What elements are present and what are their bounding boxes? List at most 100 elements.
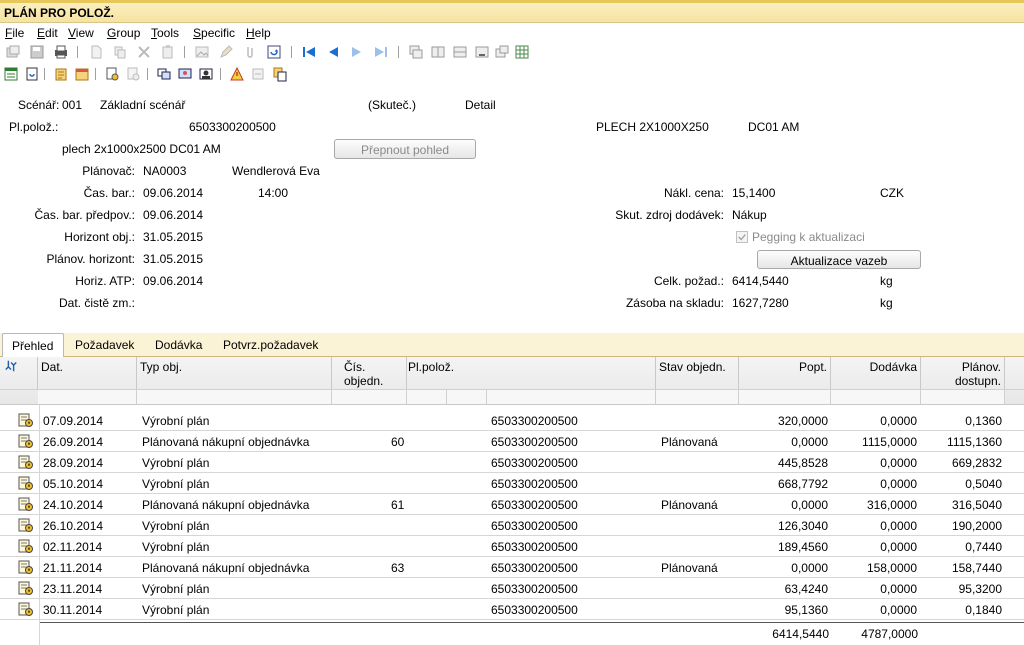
menu-group[interactable]: Group — [107, 26, 140, 40]
window-arrange-icon[interactable] — [452, 44, 468, 60]
order-document-icon[interactable] — [17, 496, 34, 512]
pegging-disabled-icon[interactable] — [250, 66, 266, 82]
column-planned-available[interactable]: Plánov. dostupn. — [921, 357, 1005, 389]
paste-icon[interactable] — [160, 44, 176, 60]
document-refresh-icon[interactable] — [24, 66, 40, 82]
table-row[interactable]: 30.11.2014 Výrobní plán 6503300200500 95,13… — [0, 599, 1024, 620]
next-record-icon[interactable] — [349, 44, 365, 60]
user-screen-icon[interactable] — [177, 66, 193, 82]
screens-icon[interactable] — [156, 66, 172, 82]
new-window-icon[interactable] — [5, 44, 21, 60]
filter-cell[interactable] — [38, 390, 137, 404]
filter-cell[interactable] — [447, 390, 487, 404]
cell-date: 30.11.2014 — [43, 603, 103, 617]
order-document-icon[interactable] — [17, 475, 34, 491]
delete-icon[interactable] — [136, 44, 152, 60]
plan-view-disabled-icon[interactable] — [125, 66, 141, 82]
cell-demand: 95,1360 — [784, 603, 828, 617]
first-record-icon[interactable] — [301, 44, 317, 60]
refresh-icon[interactable] — [266, 44, 282, 60]
table-row[interactable]: 26.10.2014 Výrobní plán 6503300200500 126,3… — [0, 515, 1024, 536]
tab-confirmed-demand[interactable]: Potvrz.požadavek — [223, 333, 318, 357]
menu-help[interactable]: Help — [246, 26, 271, 40]
update-links-button[interactable]: Aktualizace vazeb — [757, 250, 921, 269]
attachment-icon[interactable] — [242, 44, 258, 60]
window-minimize-icon[interactable] — [474, 44, 490, 60]
filter-cell[interactable] — [656, 390, 739, 404]
table-row[interactable]: 23.11.2014 Výrobní plán 6503300200500 63,42… — [0, 578, 1024, 599]
toolbar-separator — [77, 46, 78, 58]
last-record-icon[interactable] — [373, 44, 389, 60]
menu-tools[interactable]: Tools — [151, 26, 179, 40]
copy-plan-icon[interactable] — [272, 66, 288, 82]
filter-cell[interactable] — [332, 390, 407, 404]
order-document-icon[interactable] — [17, 517, 34, 533]
table-row[interactable]: 26.09.2014 Plánovaná nákupní objednávka 60… — [0, 431, 1024, 452]
cell-type: Plánovaná nákupní objednávka — [142, 498, 310, 512]
user-profile-icon[interactable] — [198, 66, 214, 82]
menu-specific[interactable]: Specific — [193, 26, 235, 40]
cell-date: 07.09.2014 — [43, 414, 104, 428]
cell-planned-available: 0,5040 — [965, 477, 1002, 491]
table-row[interactable]: 02.11.2014 Výrobní plán 6503300200500 189,4… — [0, 536, 1024, 557]
image-icon[interactable] — [194, 44, 210, 60]
table-row[interactable]: 28.09.2014 Výrobní plán 6503300200500 445,8… — [0, 452, 1024, 473]
window-restore-icon[interactable] — [494, 44, 510, 60]
previous-record-icon[interactable] — [325, 44, 341, 60]
filter-cell[interactable] — [407, 390, 447, 404]
orders-list-icon[interactable] — [53, 66, 69, 82]
order-document-icon[interactable] — [17, 601, 34, 617]
cell-supply: 0,0000 — [880, 414, 917, 428]
switch-view-button[interactable]: Přepnout pohled — [334, 139, 476, 159]
table-row[interactable]: 07.09.2014 Výrobní plán 6503300200500 320,0… — [0, 410, 1024, 431]
table-row[interactable]: 24.10.2014 Plánovaná nákupní objednávka 61… — [0, 494, 1024, 515]
order-document-icon[interactable] — [17, 412, 34, 428]
tab-demand[interactable]: Požadavek — [75, 333, 134, 357]
table-grid-icon[interactable] — [514, 44, 530, 60]
menu-file[interactable]: File — [5, 26, 24, 40]
column-chooser[interactable] — [0, 357, 38, 389]
tab-supply[interactable]: Dodávka — [155, 333, 202, 357]
menu-view[interactable]: View — [68, 26, 94, 40]
order-document-icon[interactable] — [17, 580, 34, 596]
time-fence-prev-label: Čas. bar. předpov.: — [34, 208, 136, 222]
order-document-icon[interactable] — [17, 559, 34, 575]
filter-cell[interactable] — [831, 390, 921, 404]
new-document-icon[interactable] — [88, 44, 104, 60]
column-date[interactable]: Dat. — [38, 357, 137, 389]
filter-cell[interactable] — [739, 390, 831, 404]
tab-overview[interactable]: Přehled — [2, 333, 64, 358]
filter-cell[interactable] — [487, 390, 656, 404]
table-row[interactable]: 21.11.2014 Plánovaná nákupní objednávka 63… — [0, 557, 1024, 578]
filter-cell[interactable] — [921, 390, 1005, 404]
order-document-icon[interactable] — [17, 454, 34, 470]
window-tile-icon[interactable] — [430, 44, 446, 60]
alert-icon[interactable] — [229, 66, 245, 82]
column-item[interactable]: Pl.polož. — [407, 357, 656, 389]
net-change-label: Dat. čistě zm.: — [58, 296, 135, 310]
pegging-checkbox[interactable] — [736, 231, 748, 243]
order-document-icon[interactable] — [17, 433, 34, 449]
save-icon[interactable] — [29, 44, 45, 60]
menu-edit[interactable]: Edit — [37, 26, 58, 40]
order-document-icon[interactable] — [17, 538, 34, 554]
print-icon[interactable] — [53, 44, 69, 60]
form-green-icon[interactable] — [3, 66, 19, 82]
orders-calendar-icon[interactable] — [74, 66, 90, 82]
edit-pencil-icon[interactable] — [218, 44, 234, 60]
column-order-status[interactable]: Stav objedn. — [656, 357, 739, 389]
actual-indicator: (Skuteč.) — [368, 98, 417, 112]
totals-row: 6414,5440 4787,0000 — [40, 622, 1024, 645]
filter-cell[interactable] — [137, 390, 332, 404]
table-row[interactable]: 05.10.2014 Výrobní plán 6503300200500 668,7… — [0, 473, 1024, 494]
window-cascade-icon[interactable] — [408, 44, 424, 60]
cell-supply: 0,0000 — [880, 603, 917, 617]
plan-view-icon[interactable] — [104, 66, 120, 82]
column-supply[interactable]: Dodávka — [831, 357, 921, 389]
cell-planned-available: 316,5040 — [951, 498, 1002, 512]
cell-date: 26.10.2014 — [43, 519, 104, 533]
copy-icon[interactable] — [112, 44, 128, 60]
column-demand[interactable]: Popt. — [739, 357, 831, 389]
column-order-number[interactable]: Čís. objedn. — [332, 357, 407, 389]
column-type[interactable]: Typ obj. — [137, 357, 332, 389]
